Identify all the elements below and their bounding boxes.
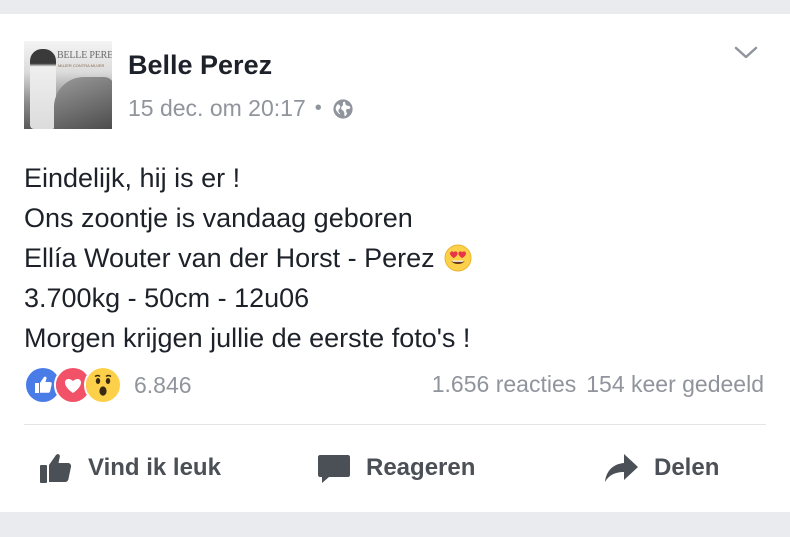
post-text: Eindelijk, hij is er ! Ons zoontje is va… — [24, 158, 764, 358]
comment-button-label: Reageren — [366, 454, 476, 481]
heart-eyes-emoji-icon — [443, 243, 473, 273]
avatar-figure — [30, 49, 56, 129]
post-line: Eindelijk, hij is er ! — [24, 163, 241, 193]
comment-icon — [318, 455, 350, 483]
wow-reaction-icon — [84, 366, 122, 404]
reaction-count[interactable]: 6.846 — [134, 372, 192, 399]
thumbs-up-icon — [40, 454, 72, 483]
share-button[interactable]: Delen — [604, 448, 719, 488]
like-button[interactable]: Vind ik leuk — [38, 448, 221, 488]
avatar-logo-subtext: MUJER CONTRA MUJER — [58, 63, 105, 68]
post-line-with-emoji: Ellía Wouter van der Horst - Perez — [24, 238, 764, 278]
share-button-label: Delen — [654, 454, 720, 481]
post-line: Ons zoontje is vandaag geboren — [24, 203, 413, 233]
avatar[interactable]: BELLE PEREZ MUJER CONTRA MUJER — [24, 41, 112, 129]
share-arrow-icon — [605, 454, 638, 482]
comments-count-link[interactable]: 1.656 reacties — [432, 371, 576, 397]
post-line: Ellía Wouter van der Horst - Perez — [24, 243, 435, 273]
globe-icon[interactable] — [332, 98, 354, 120]
shares-count-link[interactable]: 154 keer gedeeld — [586, 371, 764, 397]
comment-button[interactable]: Reageren — [316, 448, 475, 488]
reactions-summary[interactable]: 6.846 — [24, 366, 192, 404]
like-button-label: Vind ik leuk — [88, 454, 221, 481]
post-line: Morgen krijgen jullie de eerste foto's ! — [24, 323, 471, 353]
post-timestamp-link[interactable]: 15 dec. om 20:17 — [128, 95, 306, 122]
chevron-down-icon[interactable] — [734, 44, 758, 62]
avatar-background — [54, 77, 112, 129]
post-stats: 1.656 reacties 154 keer gedeeld — [432, 371, 764, 398]
meta-separator: • — [314, 97, 322, 119]
divider — [24, 424, 766, 425]
avatar-logo-text: BELLE PEREZ — [57, 50, 112, 61]
post-line: 3.700kg - 50cm - 12u06 — [24, 283, 310, 313]
page-name-link[interactable]: Belle Perez — [128, 50, 272, 81]
post-meta: 15 dec. om 20:17 • — [128, 95, 354, 122]
